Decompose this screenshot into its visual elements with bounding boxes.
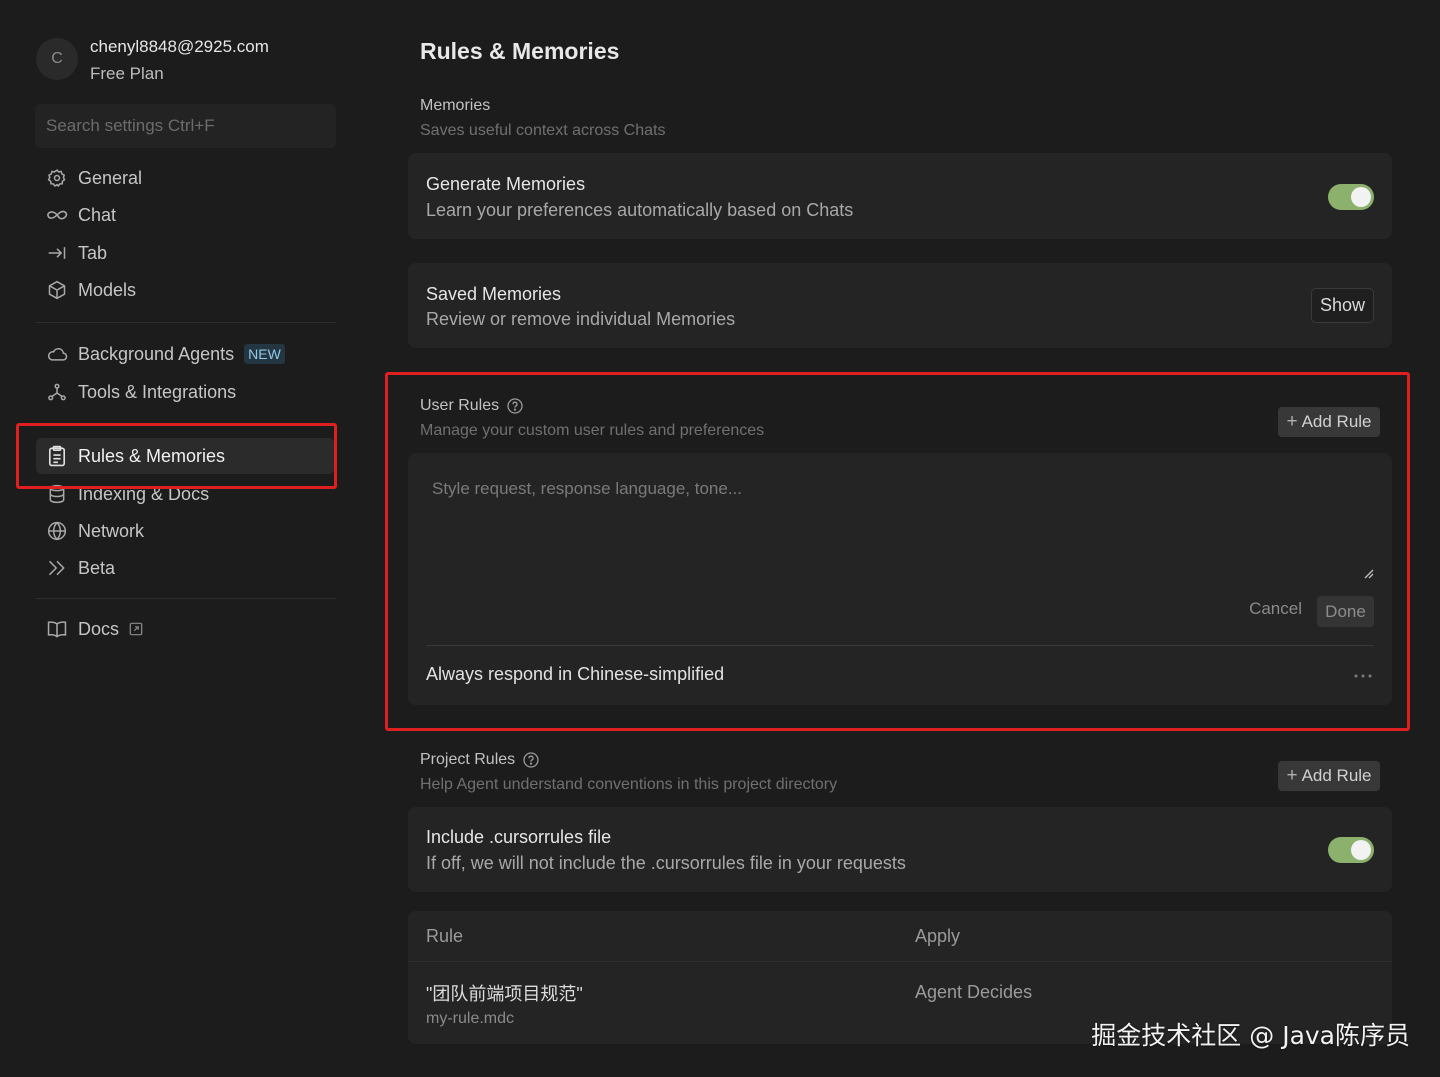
project-rules-section-desc: Help Agent understand conventions in thi… bbox=[420, 776, 838, 793]
sidebar-item-tools-integrations[interactable]: Tools & Integrations bbox=[36, 374, 334, 410]
sidebar-item-general[interactable]: General bbox=[36, 160, 334, 196]
rule-name: "团队前端项目规范" bbox=[426, 984, 583, 1004]
double-chevron-icon bbox=[46, 557, 68, 579]
account-header[interactable]: C chenyl8848@2925.com Free Plan bbox=[36, 34, 336, 90]
external-link-icon bbox=[129, 622, 143, 636]
include-cursorrules-card: Include .cursorrules file If off, we wil… bbox=[408, 807, 1392, 892]
include-cursorrules-desc: If off, we will not include the .cursorr… bbox=[426, 853, 906, 873]
project-rules-section-title: Project Rules bbox=[420, 751, 539, 769]
sidebar-item-label: Indexing & Docs bbox=[78, 483, 210, 504]
avatar: C bbox=[36, 38, 78, 80]
page-title: Rules & Memories bbox=[420, 38, 620, 64]
user-rule-item[interactable]: Always respond in Chinese-simplified bbox=[426, 664, 724, 685]
add-rule-label: Add Rule bbox=[1301, 766, 1372, 785]
help-icon[interactable] bbox=[507, 398, 523, 414]
add-user-rule-button[interactable]: + Add Rule bbox=[1278, 407, 1380, 437]
add-rule-label: Add Rule bbox=[1301, 412, 1372, 431]
integration-icon bbox=[46, 381, 68, 403]
clipboard-icon bbox=[46, 445, 68, 467]
generate-memories-desc: Learn your preferences automatically bas… bbox=[426, 200, 854, 220]
globe-icon bbox=[46, 520, 68, 542]
sidebar-item-label: Tools & Integrations bbox=[78, 381, 237, 402]
tab-arrow-icon bbox=[46, 242, 68, 264]
more-options-icon[interactable] bbox=[1354, 674, 1372, 678]
settings-sidebar: C chenyl8848@2925.com Free Plan General … bbox=[0, 0, 372, 1077]
user-rules-card: Cancel Done Always respond in Chinese-si… bbox=[408, 453, 1392, 705]
include-cursorrules-toggle[interactable] bbox=[1328, 837, 1374, 863]
generate-memories-toggle[interactable] bbox=[1328, 184, 1374, 210]
plus-icon: + bbox=[1286, 765, 1298, 786]
memories-section-desc: Saves useful context across Chats bbox=[420, 122, 666, 139]
rule-apply-mode[interactable]: Agent Decides bbox=[915, 982, 1032, 1003]
new-badge: NEW bbox=[244, 344, 285, 364]
done-button[interactable]: Done bbox=[1317, 596, 1374, 627]
sidebar-item-network[interactable]: Network bbox=[36, 513, 334, 549]
sidebar-item-label: Tab bbox=[78, 242, 108, 263]
cloud-icon bbox=[46, 343, 68, 365]
infinity-icon bbox=[46, 204, 68, 226]
sidebar-item-background-agents[interactable]: Background Agents NEW bbox=[36, 336, 334, 372]
generate-memories-card: Generate Memories Learn your preferences… bbox=[408, 153, 1392, 239]
sidebar-item-label: Network bbox=[78, 520, 145, 541]
user-rules-section-title: User Rules bbox=[420, 397, 523, 415]
user-rules-title: User Rules bbox=[420, 397, 500, 414]
sidebar-item-tab[interactable]: Tab bbox=[36, 235, 334, 271]
cube-icon bbox=[46, 279, 68, 301]
gear-icon bbox=[46, 167, 68, 189]
saved-memories-desc: Review or remove individual Memories bbox=[426, 309, 736, 329]
sidebar-item-chat[interactable]: Chat bbox=[36, 197, 334, 233]
column-header-apply: Apply bbox=[915, 926, 961, 946]
sidebar-item-label: Models bbox=[78, 279, 137, 300]
watermark: 掘金技术社区 @ Java陈序员 bbox=[1091, 1021, 1410, 1050]
sidebar-item-docs[interactable]: Docs bbox=[36, 611, 334, 647]
database-icon bbox=[46, 483, 68, 505]
sidebar-item-label: Rules & Memories bbox=[78, 445, 226, 466]
sidebar-item-label: Docs bbox=[78, 618, 120, 639]
account-plan: Free Plan bbox=[90, 64, 164, 83]
user-rule-editor bbox=[408, 453, 1392, 603]
memories-section-title: Memories bbox=[420, 97, 491, 114]
show-memories-button[interactable]: Show bbox=[1311, 288, 1374, 323]
sidebar-item-models[interactable]: Models bbox=[36, 272, 334, 308]
include-cursorrules-title: Include .cursorrules file bbox=[426, 827, 612, 847]
sidebar-item-label: Chat bbox=[78, 204, 117, 225]
project-rules-title: Project Rules bbox=[420, 751, 516, 768]
sidebar-item-rules-memories[interactable]: Rules & Memories bbox=[36, 438, 334, 474]
resize-handle-icon[interactable] bbox=[1364, 566, 1374, 584]
add-project-rule-button[interactable]: + Add Rule bbox=[1278, 761, 1380, 791]
saved-memories-card: Saved Memories Review or remove individu… bbox=[408, 263, 1392, 348]
account-email: chenyl8848@2925.com bbox=[90, 37, 269, 56]
generate-memories-title: Generate Memories bbox=[426, 174, 586, 194]
search-settings-input[interactable] bbox=[35, 104, 336, 148]
sidebar-item-label: Background Agents bbox=[78, 343, 235, 364]
book-icon bbox=[46, 618, 68, 640]
column-header-rule: Rule bbox=[426, 926, 464, 946]
saved-memories-title: Saved Memories bbox=[426, 284, 562, 304]
sidebar-item-label: Beta bbox=[78, 557, 116, 578]
sidebar-item-beta[interactable]: Beta bbox=[36, 550, 334, 586]
settings-main: Rules & Memories Memories Saves useful c… bbox=[372, 0, 1440, 1077]
user-rule-textarea[interactable] bbox=[408, 453, 1392, 587]
plus-icon: + bbox=[1286, 411, 1298, 432]
sidebar-item-label: General bbox=[78, 167, 143, 188]
help-icon[interactable] bbox=[523, 752, 539, 768]
user-rules-section-desc: Manage your custom user rules and prefer… bbox=[420, 422, 765, 439]
cancel-button[interactable]: Cancel bbox=[1249, 599, 1302, 619]
sidebar-divider bbox=[36, 598, 336, 599]
table-header: Rule Apply bbox=[408, 911, 1392, 962]
sidebar-divider bbox=[36, 322, 336, 323]
rule-file: my-rule.mdc bbox=[426, 1010, 515, 1027]
sidebar-item-indexing-docs[interactable]: Indexing & Docs bbox=[36, 476, 334, 512]
rule-divider bbox=[426, 645, 1374, 646]
